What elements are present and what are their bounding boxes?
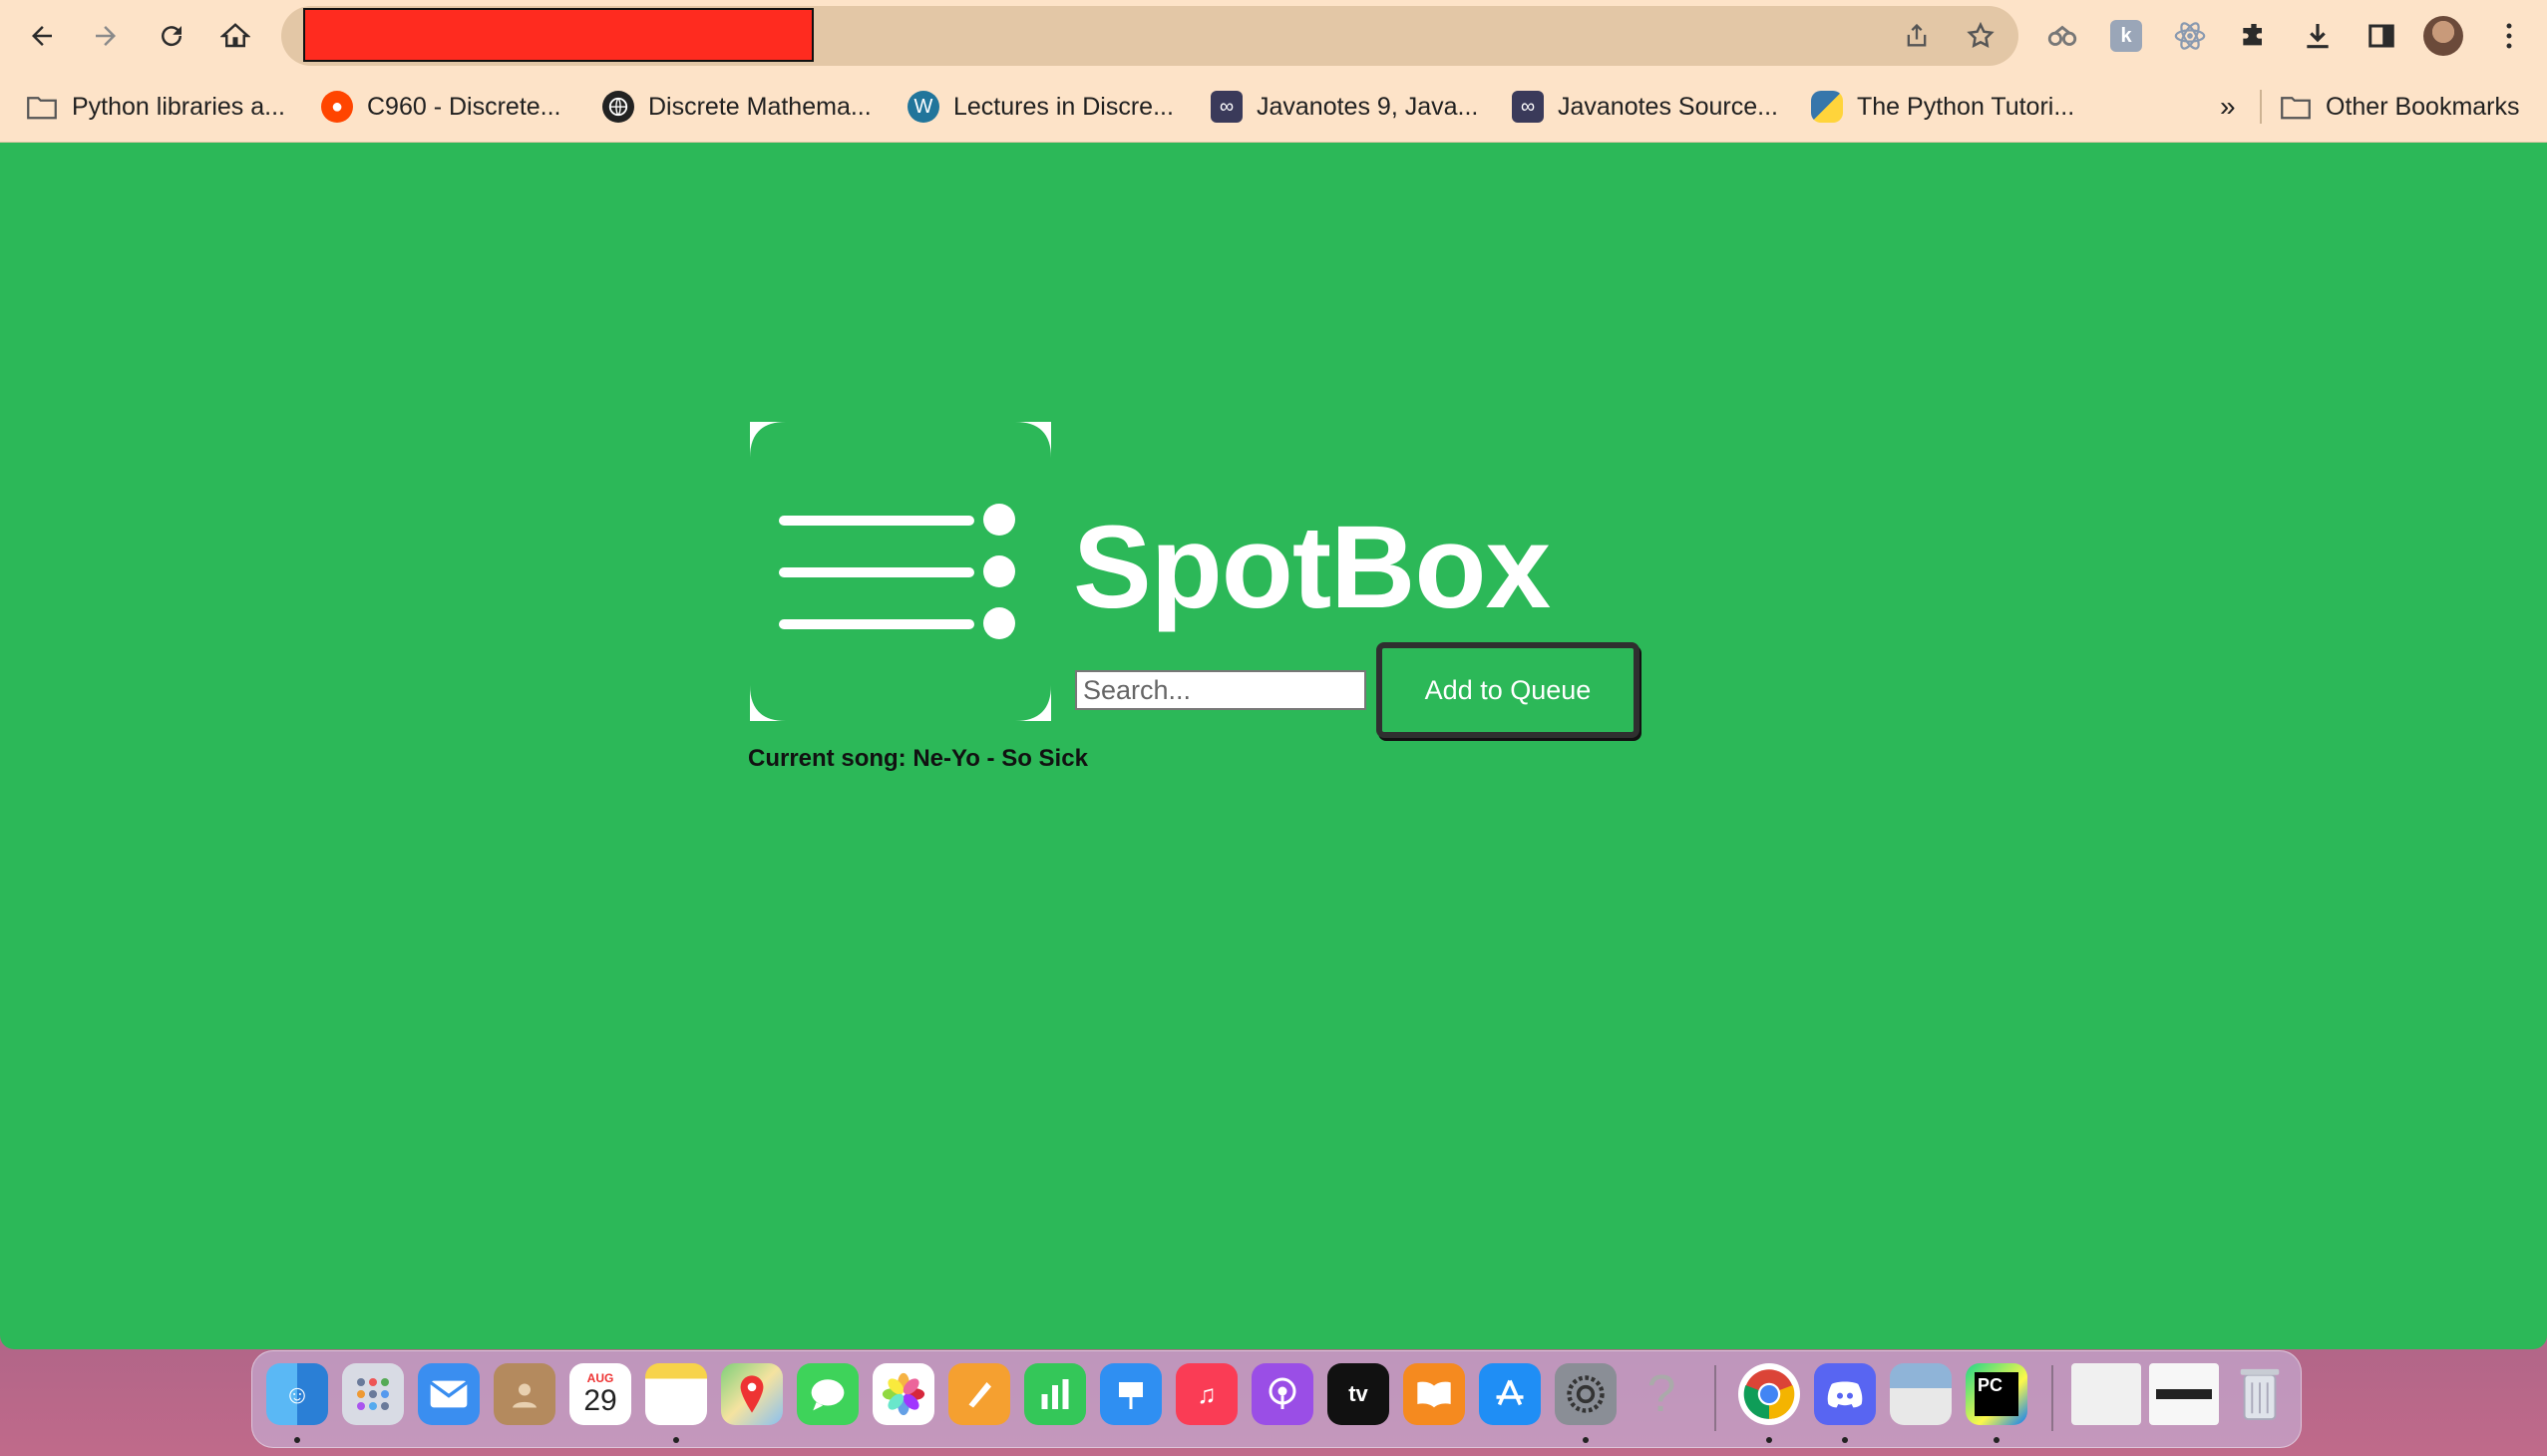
globe-icon	[602, 91, 634, 123]
apple-tv-icon[interactable]: tv	[1327, 1363, 1389, 1425]
extension-cloud-icon[interactable]	[2040, 14, 2084, 58]
calendar-day: 29	[583, 1384, 617, 1417]
folder-icon	[2280, 91, 2312, 123]
trash-icon[interactable]	[2229, 1363, 2291, 1425]
more-bookmarks-label: »	[2220, 91, 2236, 122]
bookmark-item[interactable]: Discrete Mathema...	[602, 84, 872, 130]
browser-toolbar: k	[0, 0, 2547, 72]
dock: ☺ AUG 29 ♫ tv ? PC	[251, 1350, 2302, 1448]
bookmarks-bar: Python libraries a... ● C960 - Discrete.…	[0, 72, 2547, 143]
photos-icon[interactable]	[873, 1363, 934, 1425]
bookmark-item[interactable]: ∞ Javanotes Source...	[1512, 84, 1778, 130]
running-indicator	[1583, 1437, 1589, 1443]
bookmark-item[interactable]: ● C960 - Discrete...	[321, 84, 561, 130]
bookmark-label: Javanotes 9, Java...	[1257, 92, 1479, 121]
finder-icon[interactable]: ☺	[266, 1363, 328, 1425]
music-icon[interactable]: ♫	[1176, 1363, 1238, 1425]
preview-icon[interactable]	[1890, 1363, 1952, 1425]
share-icon[interactable]	[1897, 16, 1937, 56]
app-store-icon[interactable]	[1479, 1363, 1541, 1425]
reload-icon[interactable]	[148, 12, 195, 60]
maps-icon[interactable]	[721, 1363, 783, 1425]
folder-icon	[26, 91, 58, 123]
add-to-queue-button[interactable]: Add to Queue	[1376, 642, 1639, 738]
redacted-url	[303, 8, 814, 62]
bookmark-label: Lectures in Discre...	[953, 92, 1174, 121]
dock-separator	[1714, 1365, 1716, 1431]
pycharm-icon[interactable]: PC	[1966, 1363, 2027, 1425]
calendar-month: AUG	[586, 1371, 614, 1385]
running-indicator	[1842, 1437, 1848, 1443]
minimized-window-thumbnail[interactable]	[2149, 1363, 2219, 1425]
forward-icon[interactable]	[82, 12, 130, 60]
discord-icon[interactable]	[1814, 1363, 1876, 1425]
python-icon	[1811, 91, 1843, 123]
javanotes-icon: ∞	[1211, 91, 1243, 123]
keynote-icon[interactable]	[1100, 1363, 1162, 1425]
extension-k-icon[interactable]: k	[2104, 14, 2148, 58]
app-title: SpotBox	[1073, 502, 1551, 633]
calendar-icon[interactable]: AUG 29	[569, 1363, 631, 1425]
pages-icon[interactable]	[948, 1363, 1010, 1425]
running-indicator	[1994, 1437, 2000, 1443]
bookmark-label: Python libraries a...	[72, 92, 285, 121]
home-icon[interactable]	[211, 12, 259, 60]
contacts-icon[interactable]	[494, 1363, 555, 1425]
launchpad-icon[interactable]	[342, 1363, 404, 1425]
system-settings-icon[interactable]	[1555, 1363, 1617, 1425]
page-content: SpotBox Add to Queue Current song: Ne-Yo…	[0, 143, 2547, 1349]
bookmark-label: C960 - Discrete...	[367, 92, 561, 121]
wordpress-icon: W	[908, 91, 939, 123]
bookmark-item[interactable]: Python libraries a...	[26, 84, 285, 130]
notes-icon[interactable]	[645, 1363, 707, 1425]
more-bookmarks-chevron[interactable]: »	[2220, 84, 2236, 130]
other-bookmarks[interactable]: Other Bookmarks	[2280, 84, 2520, 130]
spotbox-logo-icon	[750, 422, 1051, 721]
bookmarks-divider	[2260, 90, 2262, 124]
bookmark-item[interactable]: The Python Tutori...	[1811, 84, 2074, 130]
help-question-icon[interactable]: ?	[1631, 1363, 1692, 1425]
bookmark-item[interactable]: W Lectures in Discre...	[908, 84, 1174, 130]
profile-avatar-icon[interactable]	[2421, 14, 2465, 58]
messages-icon[interactable]	[797, 1363, 859, 1425]
running-indicator	[673, 1437, 679, 1443]
running-indicator	[294, 1437, 300, 1443]
bookmark-label: Discrete Mathema...	[648, 92, 872, 121]
current-song-label: Current song: Ne-Yo - So Sick	[748, 745, 1088, 772]
minimized-window-thumbnail[interactable]	[2071, 1363, 2141, 1425]
bookmark-label: Javanotes Source...	[1558, 92, 1778, 121]
mail-icon[interactable]	[418, 1363, 480, 1425]
other-bookmarks-label: Other Bookmarks	[2326, 92, 2520, 121]
podcasts-icon[interactable]	[1252, 1363, 1313, 1425]
bookmark-star-icon[interactable]	[1961, 16, 2001, 56]
menu-kebab-icon[interactable]	[2487, 14, 2531, 58]
search-input[interactable]	[1075, 670, 1366, 710]
bookmark-label: The Python Tutori...	[1857, 92, 2075, 121]
bookmark-item[interactable]: ∞ Javanotes 9, Java...	[1211, 84, 1478, 130]
running-indicator	[1766, 1437, 1772, 1443]
reddit-icon: ●	[321, 91, 353, 123]
chrome-icon[interactable]	[1738, 1363, 1800, 1425]
side-panel-icon[interactable]	[2360, 14, 2403, 58]
back-icon[interactable]	[18, 12, 66, 60]
numbers-icon[interactable]	[1024, 1363, 1086, 1425]
dock-separator	[2051, 1365, 2053, 1431]
javanotes-icon: ∞	[1512, 91, 1544, 123]
downloads-icon[interactable]	[2296, 14, 2340, 58]
extensions-puzzle-icon[interactable]	[2232, 14, 2276, 58]
react-devtools-icon[interactable]	[2168, 14, 2212, 58]
books-icon[interactable]	[1403, 1363, 1465, 1425]
